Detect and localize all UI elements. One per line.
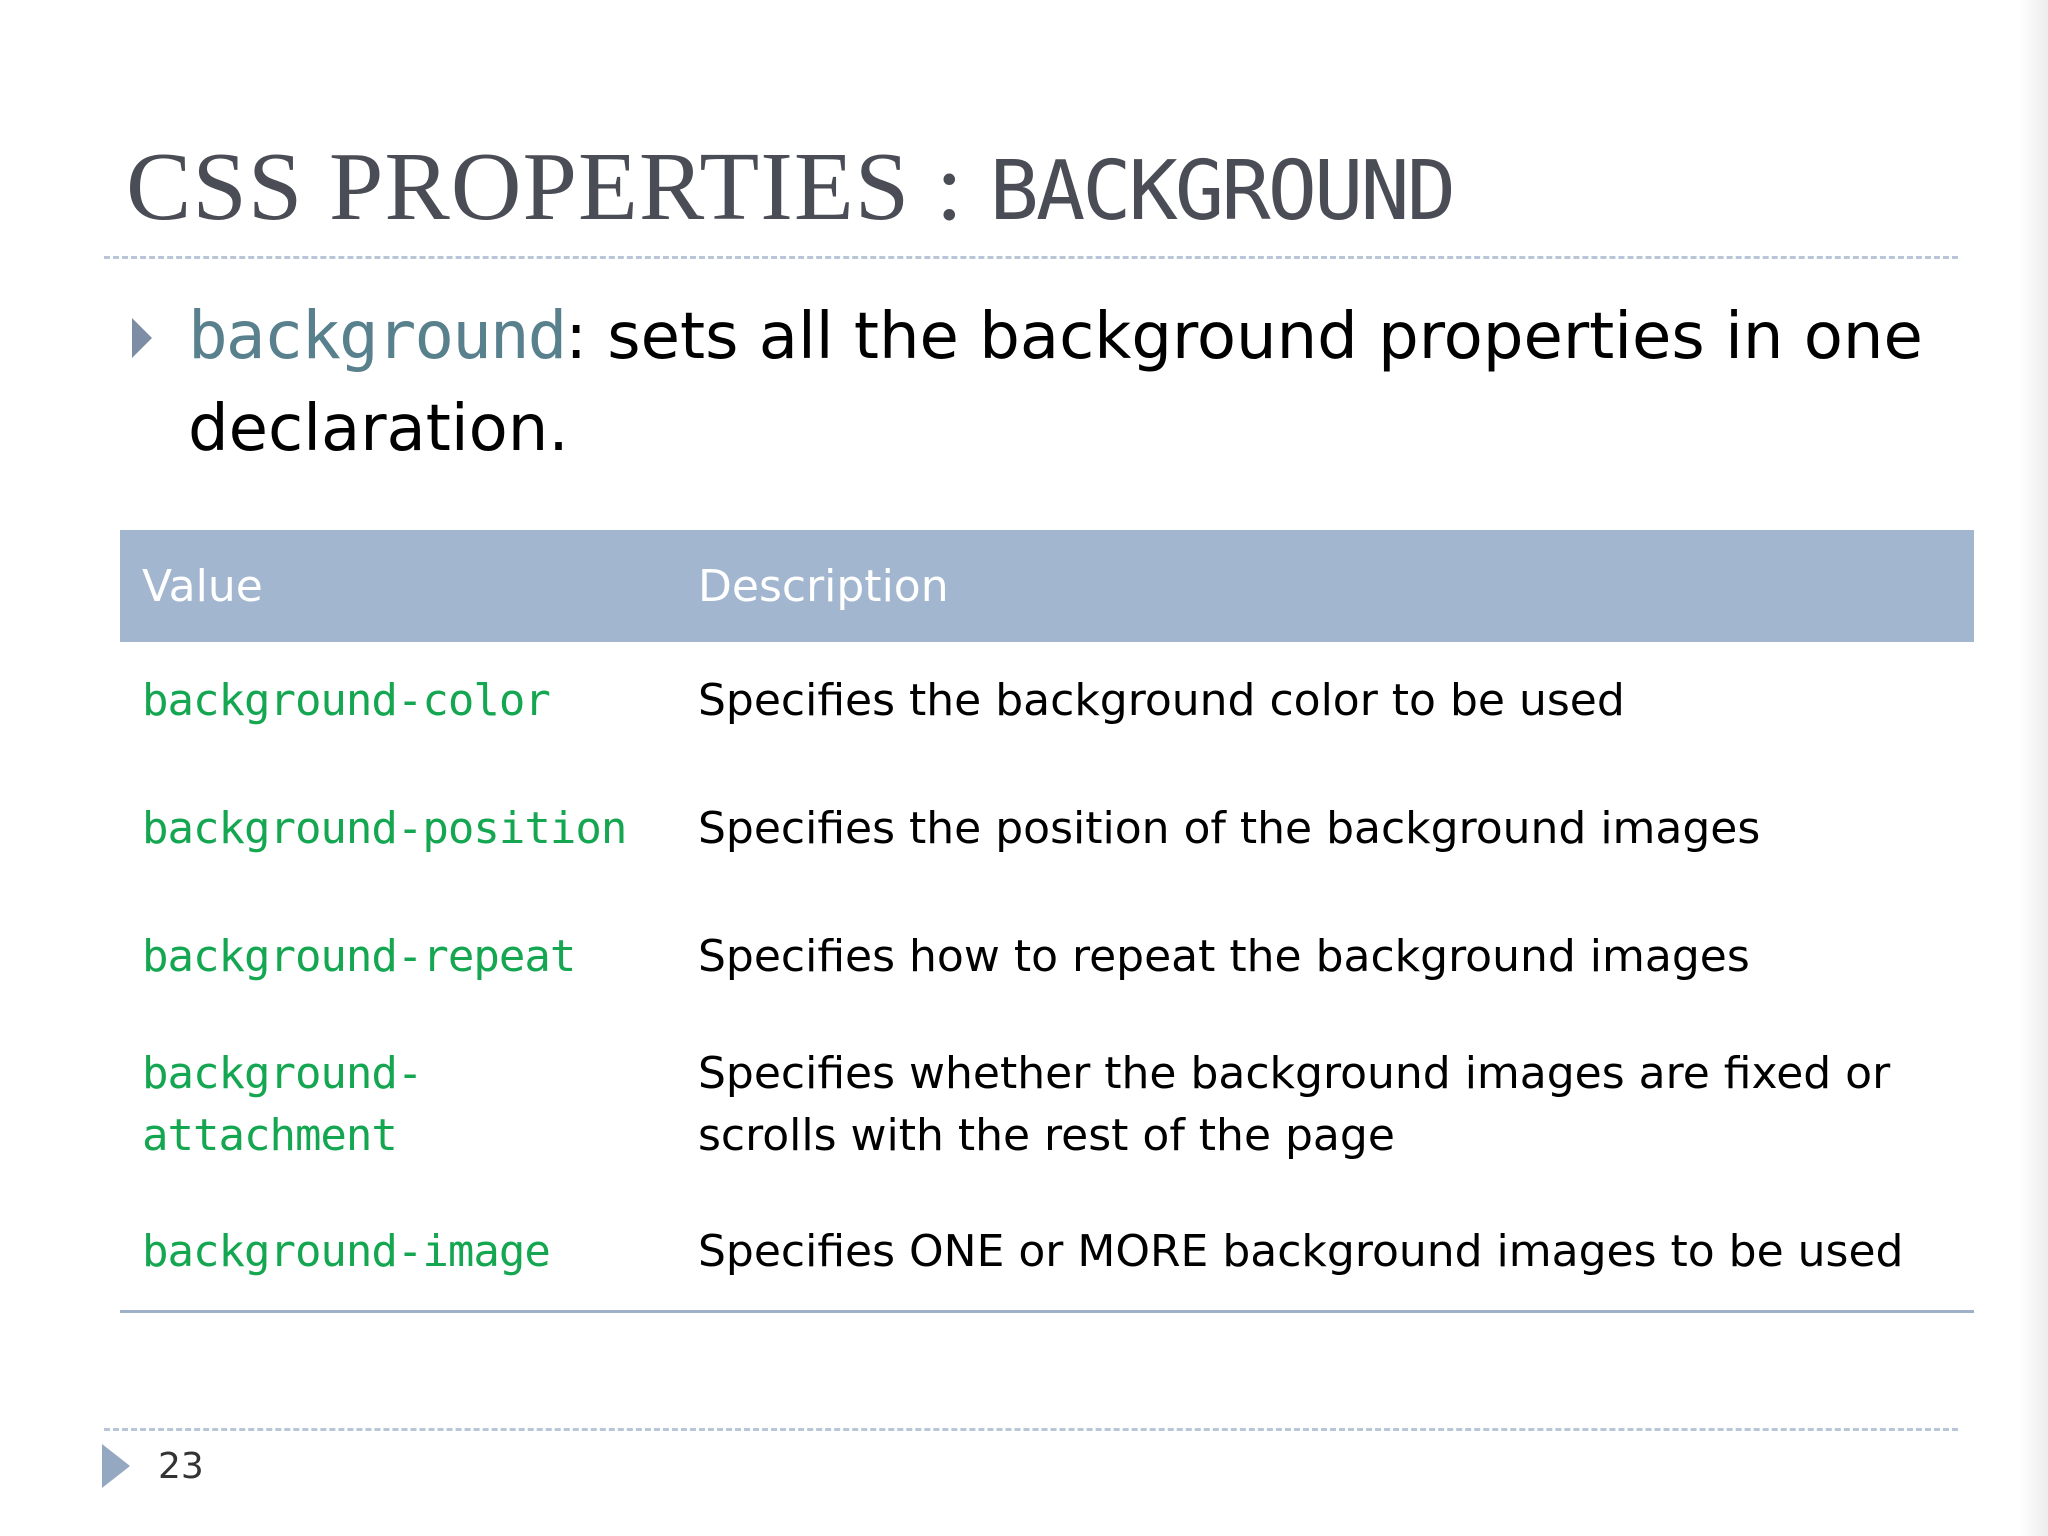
title-text: CSS PROPERTIES : xyxy=(126,133,990,241)
table-header-row: Value Description xyxy=(120,530,1974,642)
title-divider xyxy=(104,256,1958,259)
table-row: background-color Specifies the backgroun… xyxy=(120,642,1974,760)
table-row: background-repeat Specifies how to repea… xyxy=(120,898,1974,1016)
title-keyword: BACKGROUND xyxy=(989,144,1456,239)
slide: CSS PROPERTIES : BACKGROUND background: … xyxy=(0,0,2048,1536)
slide-edge-shadow xyxy=(2020,0,2048,1536)
property-description: Specifies whether the background images … xyxy=(698,1048,1891,1161)
property-value: background-repeat xyxy=(142,931,576,982)
footer-arrow-icon xyxy=(102,1444,130,1488)
bullet-text: background: sets all the background prop… xyxy=(188,290,1926,475)
property-description: Specifies the position of the background… xyxy=(698,803,1761,854)
property-description: Specifies how to repeat the background i… xyxy=(698,931,1750,982)
property-value: background-color xyxy=(142,675,551,726)
properties-table: Value Description background-color Speci… xyxy=(120,530,1974,1313)
property-description: Specifies the background color to be use… xyxy=(698,675,1625,726)
page-number: 23 xyxy=(158,1446,204,1487)
bullet-item: background: sets all the background prop… xyxy=(126,290,1926,475)
footer-divider xyxy=(104,1428,1958,1431)
property-description: Specifies ONE or MORE background images … xyxy=(676,1194,1974,1313)
table-row: background-attachment Specifies whether … xyxy=(120,1016,1974,1194)
column-header-value: Value xyxy=(120,530,676,642)
bullet-term: background xyxy=(188,297,567,374)
property-value: background-image xyxy=(120,1194,676,1313)
table-row: background-image Specifies ONE or MORE b… xyxy=(120,1194,1974,1313)
property-value: background-position xyxy=(142,803,627,854)
property-value: background-attachment xyxy=(142,1048,423,1161)
slide-title: CSS PROPERTIES : BACKGROUND xyxy=(126,138,1456,239)
table-row: background-position Specifies the positi… xyxy=(120,760,1974,898)
bullet-arrow-icon xyxy=(132,318,152,358)
column-header-description: Description xyxy=(676,530,1974,642)
